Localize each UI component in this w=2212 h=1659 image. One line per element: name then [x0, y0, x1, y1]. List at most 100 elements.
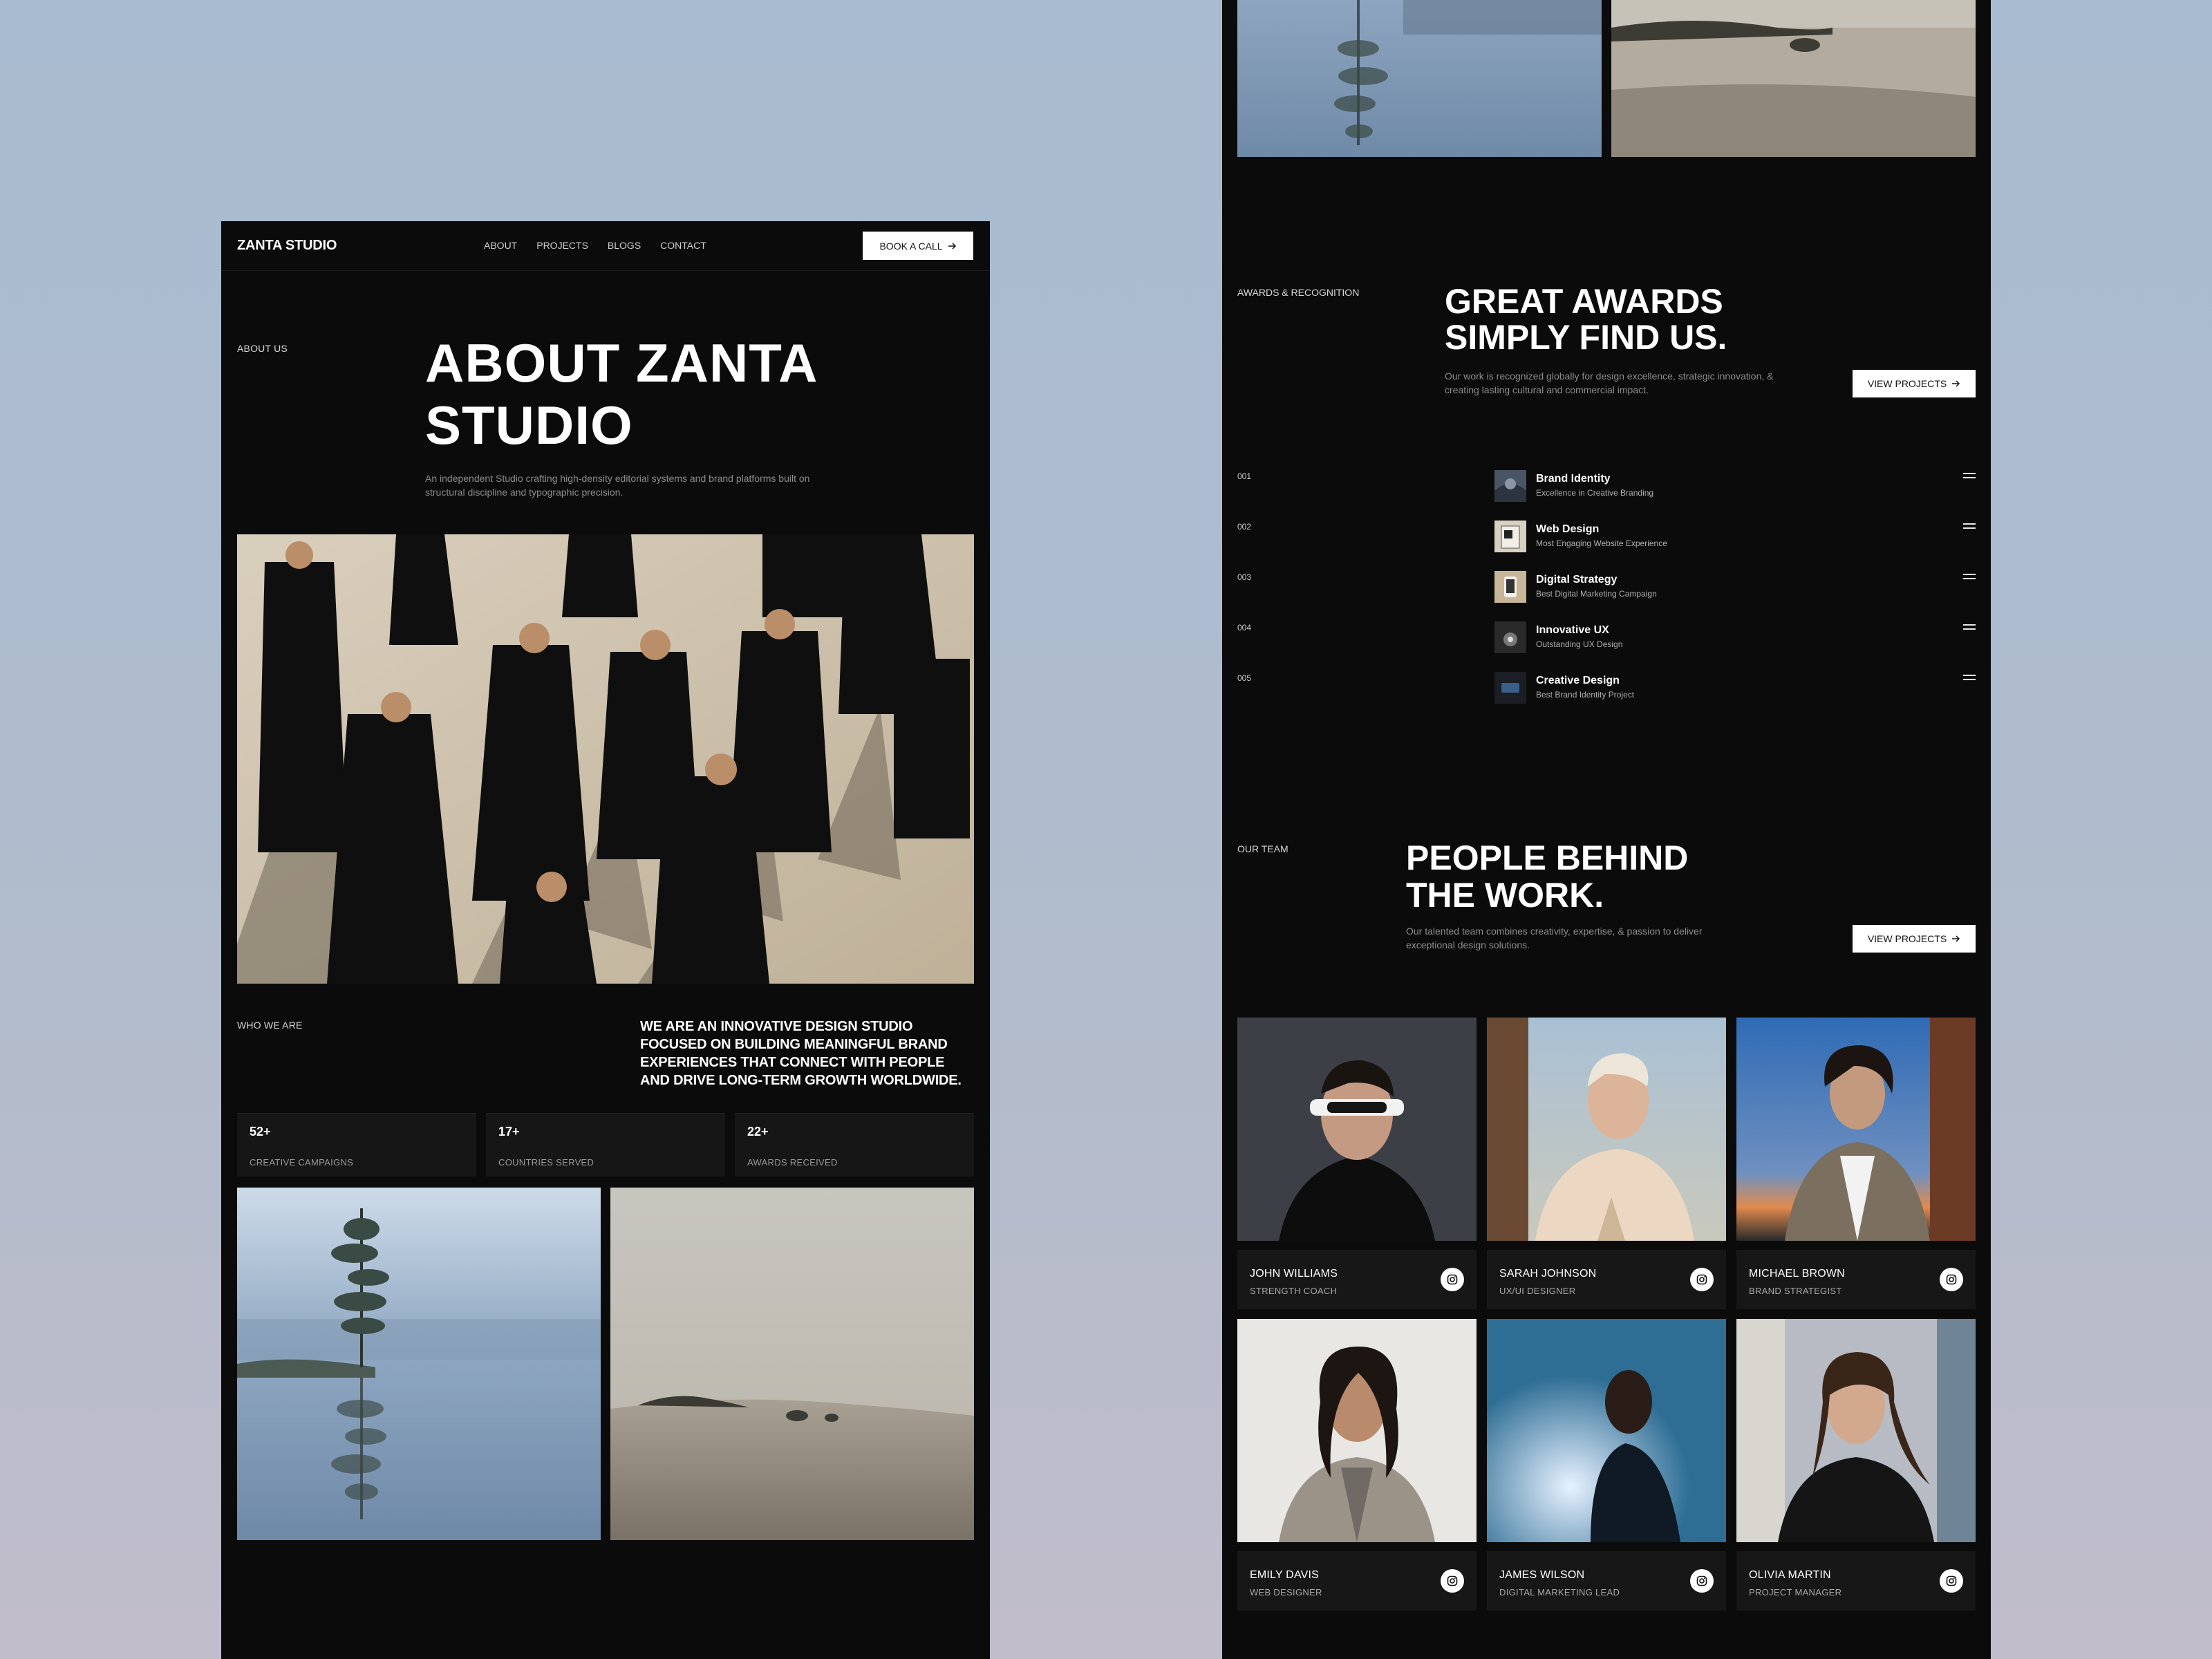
awards-view-projects-button[interactable]: VIEW PROJECTS	[1853, 370, 1976, 397]
instagram-icon[interactable]	[1441, 1268, 1464, 1291]
team-member-card[interactable]: MICHAEL BROWN BRAND STRATEGIST	[1736, 1018, 1976, 1311]
nav-link-contact[interactable]: CONTACT	[660, 240, 706, 251]
member-name: MICHAEL BROWN	[1749, 1268, 1845, 1280]
member-role: BRAND STRATEGIST	[1749, 1286, 1842, 1296]
member-photo	[1487, 1018, 1726, 1241]
team-member-card[interactable]: SARAH JOHNSON UX/UI DESIGNER	[1487, 1018, 1726, 1311]
member-photo	[1736, 1018, 1976, 1241]
stat-value: 52+	[250, 1125, 271, 1138]
award-row[interactable]: 003 Digital Strategy Best Digital Market…	[1237, 564, 1976, 615]
gallery-images	[237, 1188, 974, 1540]
member-info: OLIVIA MARTIN PROJECT MANAGER	[1736, 1551, 1976, 1611]
awards-title-line-2: SIMPLY FIND US.	[1445, 318, 1727, 357]
member-role: DIGITAL MARKETING LEAD	[1499, 1587, 1620, 1597]
award-description: Excellence in Creative Branding	[1536, 488, 1654, 498]
awards-team-panel: AWARDS & RECOGNITION GREAT AWARDS SIMPLY…	[1222, 0, 1991, 1659]
award-row[interactable]: 002 Web Design Most Engaging Website Exp…	[1237, 514, 1976, 564]
team-member-card[interactable]: JAMES WILSON DIGITAL MARKETING LEAD	[1487, 1319, 1726, 1612]
member-role: WEB DESIGNER	[1250, 1587, 1322, 1597]
who-we-are-statement: WE ARE AN INNOVATIVE DESIGN STUDIO FOCUS…	[640, 1019, 962, 1088]
award-number: 002	[1237, 522, 1252, 532]
member-photo	[1736, 1319, 1976, 1542]
award-description: Most Engaging Website Experience	[1536, 538, 1667, 548]
awards-eyebrow: AWARDS & RECOGNITION	[1237, 287, 1360, 298]
member-info: MICHAEL BROWN BRAND STRATEGIST	[1736, 1250, 1976, 1309]
award-description: Best Digital Marketing Campaign	[1536, 589, 1657, 599]
member-name: OLIVIA MARTIN	[1749, 1569, 1831, 1581]
studio-logo[interactable]: ZANTA STUDIO	[237, 238, 337, 254]
team-member-card[interactable]: OLIVIA MARTIN PROJECT MANAGER	[1736, 1319, 1976, 1612]
instagram-icon[interactable]	[1940, 1268, 1963, 1291]
award-number: 005	[1237, 673, 1252, 683]
award-title: Innovative UX	[1536, 624, 1609, 636]
member-name: JAMES WILSON	[1499, 1569, 1585, 1581]
stat-card: 22+ AWARDS RECEIVED	[735, 1113, 974, 1177]
award-number: 004	[1237, 623, 1252, 632]
award-description: Best Brand Identity Project	[1536, 690, 1635, 700]
award-row[interactable]: 004 Innovative UX Outstanding UX Design	[1237, 615, 1976, 665]
stat-label: CREATIVE CAMPAIGNS	[250, 1157, 354, 1168]
arrow-right-icon	[1952, 935, 1960, 942]
award-title: Creative Design	[1536, 675, 1620, 686]
stat-value: 17+	[498, 1125, 520, 1138]
top-gallery-images	[1237, 0, 1976, 157]
instagram-icon[interactable]	[1690, 1569, 1714, 1593]
nav-link-blogs[interactable]: BLOGS	[608, 240, 641, 251]
award-number: 003	[1237, 572, 1252, 582]
about-title: ABOUT ZANTA STUDIO	[425, 332, 909, 456]
team-grid: JOHN WILLIAMS STRENGTH COACH SARAH JOHNS…	[1237, 1018, 1976, 1612]
team-member-card[interactable]: EMILY DAVIS WEB DESIGNER	[1237, 1319, 1477, 1612]
team-view-projects-button[interactable]: VIEW PROJECTS	[1853, 925, 1976, 953]
award-title: Web Design	[1536, 523, 1600, 535]
lake-reflection-image	[1237, 0, 1602, 157]
menu-lines-icon[interactable]	[1963, 675, 1976, 682]
team-eyebrow: OUR TEAM	[1237, 843, 1288, 854]
menu-lines-icon[interactable]	[1963, 624, 1976, 631]
who-we-are-eyebrow: WHO WE ARE	[237, 1020, 303, 1031]
award-row[interactable]: 005 Creative Design Best Brand Identity …	[1237, 665, 1976, 715]
hero-image-figures	[237, 534, 974, 984]
member-role: UX/UI DESIGNER	[1499, 1286, 1576, 1296]
instagram-icon[interactable]	[1690, 1268, 1714, 1291]
nav-link-about[interactable]: ABOUT	[484, 240, 517, 251]
member-role: PROJECT MANAGER	[1749, 1587, 1842, 1597]
awards-title: GREAT AWARDS SIMPLY FIND US.	[1445, 283, 1859, 355]
about-us-eyebrow: ABOUT US	[237, 343, 288, 354]
member-name: SARAH JOHNSON	[1499, 1268, 1597, 1280]
award-title: Digital Strategy	[1536, 574, 1618, 585]
stat-card: 52+ CREATIVE CAMPAIGNS	[237, 1113, 476, 1177]
book-a-call-label: BOOK A CALL	[879, 240, 943, 252]
member-name: EMILY DAVIS	[1250, 1569, 1320, 1581]
team-title-line-1: PEOPLE BEHIND	[1406, 838, 1689, 877]
stats-row: 52+ CREATIVE CAMPAIGNS 17+ COUNTRIES SER…	[237, 1113, 974, 1177]
member-info: SARAH JOHNSON UX/UI DESIGNER	[1487, 1250, 1726, 1309]
about-subtitle: An independent Studio crafting high-dens…	[425, 473, 810, 498]
instagram-icon[interactable]	[1441, 1569, 1464, 1593]
book-a-call-button[interactable]: BOOK A CALL	[863, 232, 973, 260]
menu-lines-icon[interactable]	[1963, 473, 1976, 480]
award-row[interactable]: 001 Brand Identity Excellence in Creativ…	[1237, 463, 1976, 514]
stat-label: COUNTRIES SERVED	[498, 1157, 594, 1168]
nav-link-projects[interactable]: PROJECTS	[536, 240, 588, 251]
member-photo	[1237, 1319, 1477, 1542]
instagram-icon[interactable]	[1940, 1569, 1963, 1593]
menu-lines-icon[interactable]	[1963, 523, 1976, 530]
stat-card: 17+ COUNTRIES SERVED	[486, 1113, 725, 1177]
menu-lines-icon[interactable]	[1963, 574, 1976, 581]
about-page-panel: ZANTA STUDIO ABOUT PROJECTS BLOGS CONTAC…	[221, 221, 990, 1659]
team-title: PEOPLE BEHIND THE WORK.	[1406, 839, 1821, 914]
award-thumbnail	[1494, 672, 1526, 704]
arrow-right-icon	[1952, 380, 1960, 387]
team-member-card[interactable]: JOHN WILLIAMS STRENGTH COACH	[1237, 1018, 1477, 1311]
awards-subtitle: Our work is recognized globally for desi…	[1445, 371, 1774, 395]
award-title: Brand Identity	[1536, 473, 1611, 485]
member-role: STRENGTH COACH	[1250, 1286, 1338, 1296]
award-description: Outstanding UX Design	[1536, 639, 1623, 649]
grassland-image	[610, 1188, 974, 1540]
awards-title-line-1: GREAT AWARDS	[1445, 282, 1723, 321]
awards-list: 001 Brand Identity Excellence in Creativ…	[1237, 463, 1976, 715]
member-info: EMILY DAVIS WEB DESIGNER	[1237, 1551, 1477, 1611]
nav-links: ABOUT PROJECTS BLOGS CONTACT	[484, 240, 706, 251]
about-title-line-2: STUDIO	[425, 395, 633, 456]
member-info: JAMES WILSON DIGITAL MARKETING LEAD	[1487, 1551, 1726, 1611]
